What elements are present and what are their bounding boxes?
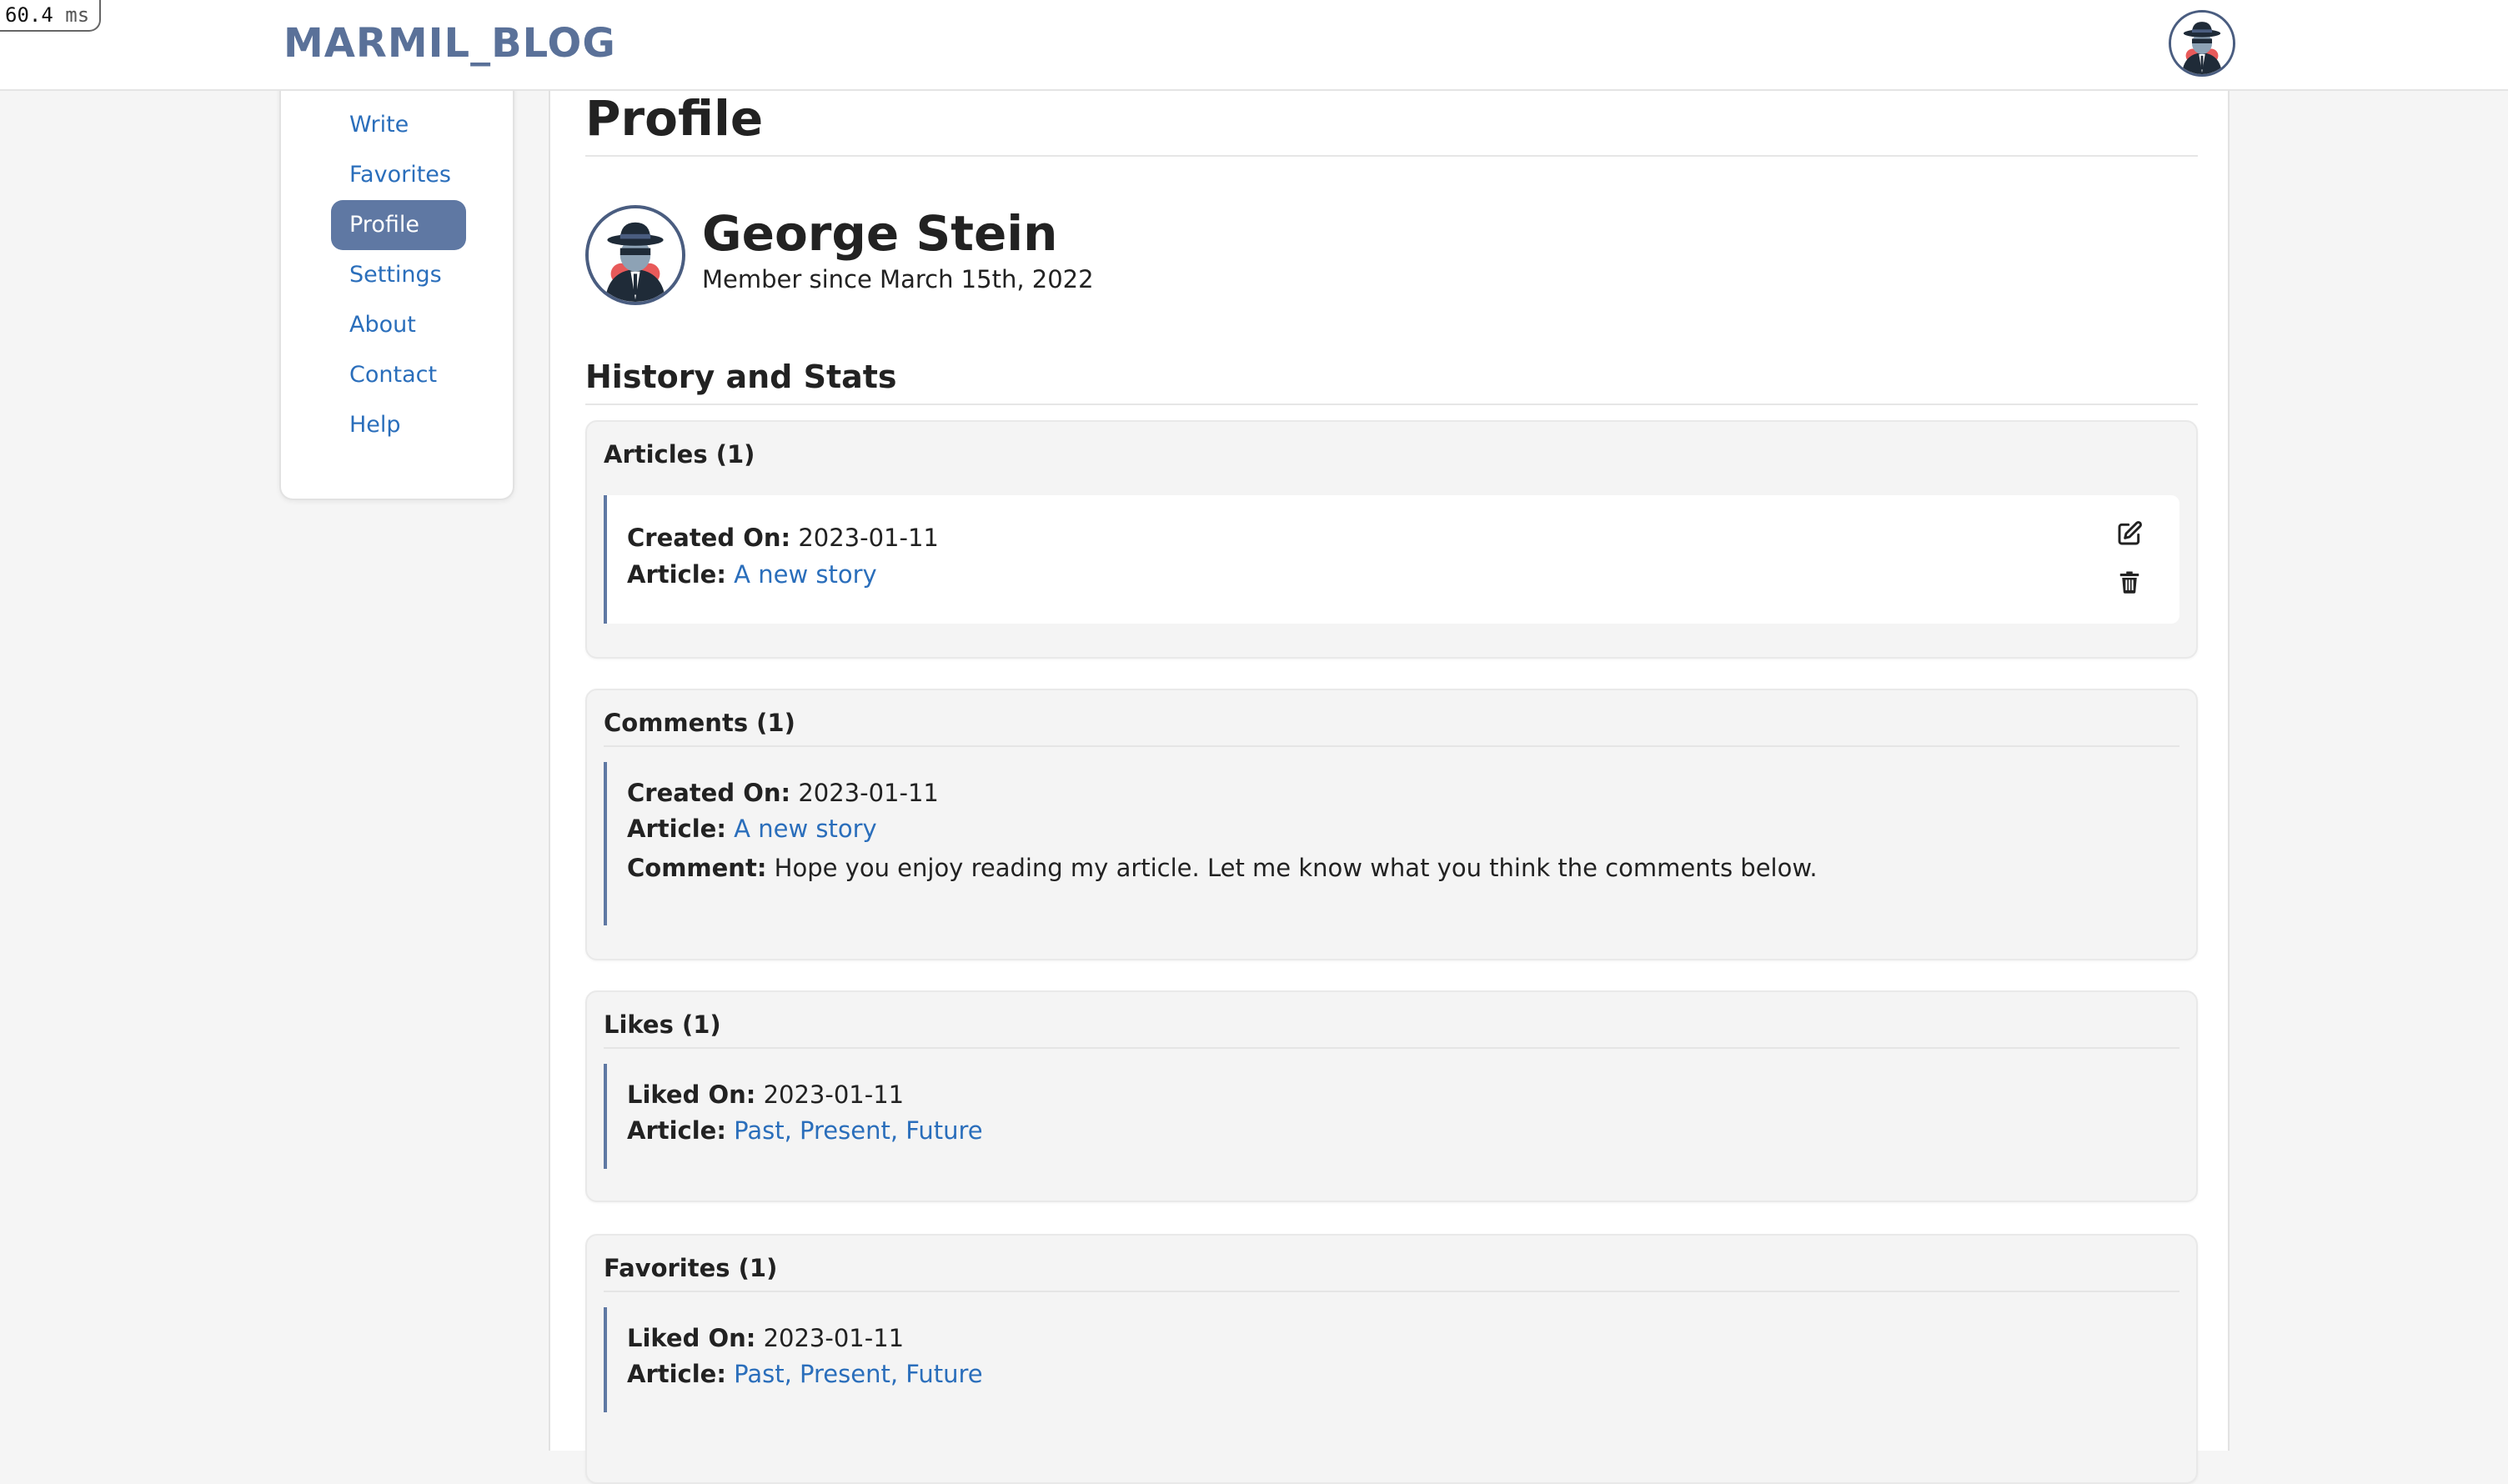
articles-title: Articles (1) (604, 440, 755, 469)
comment-text-line: Comment: Hope you enjoy reading my artic… (627, 854, 1818, 882)
comment-article-link[interactable]: A new story (734, 815, 877, 843)
section-divider (585, 404, 2198, 405)
favorite-article-line: Article: Past, Present, Future (627, 1360, 983, 1388)
sidebar-item-help[interactable]: Help (331, 400, 466, 450)
favorite-date-value: 2023-01-11 (763, 1324, 905, 1352)
brand-logo[interactable]: MARMIL_BLOG (283, 20, 616, 67)
timer-value: 60.4 (5, 3, 53, 27)
favorites-card: Favorites (1) Liked On: 2023-01-11 Artic… (585, 1234, 2198, 1484)
like-date-line: Liked On: 2023-01-11 (627, 1080, 904, 1109)
sidebar-item-write[interactable]: Write (331, 100, 466, 150)
likes-card: Likes (1) Liked On: 2023-01-11 Article: … (585, 990, 2198, 1202)
comment-created-line: Created On: 2023-01-11 (627, 779, 939, 807)
likes-divider (604, 1047, 2179, 1049)
comments-card: Comments (1) Created On: 2023-01-11 Arti… (585, 689, 2198, 960)
sidebar-item-favorites[interactable]: Favorites (331, 150, 466, 200)
favorite-entry: Liked On: 2023-01-11 Article: Past, Pres… (604, 1307, 2179, 1412)
profile-name: George Stein (702, 205, 1058, 262)
profile-avatar-icon (585, 205, 685, 305)
articles-card: Articles (1) Created On: 2023-01-11 Arti… (585, 420, 2198, 659)
favorite-date-line: Liked On: 2023-01-11 (627, 1324, 904, 1352)
title-divider (585, 155, 2198, 157)
user-avatar-icon[interactable] (2169, 10, 2235, 77)
sidebar-item-contact[interactable]: Contact (331, 350, 466, 400)
like-article-link[interactable]: Past, Present, Future (734, 1116, 982, 1145)
sidebar-item-settings[interactable]: Settings (331, 250, 466, 300)
sidebar-item-about[interactable]: About (331, 300, 466, 350)
comment-text: Hope you enjoy reading my article. Let m… (774, 854, 1818, 882)
like-date-value: 2023-01-11 (763, 1080, 905, 1109)
comment-article-label: Article: (627, 815, 726, 843)
article-link[interactable]: A new story (734, 560, 877, 589)
member-since: Member since March 15th, 2022 (702, 265, 1094, 293)
comments-title: Comments (1) (604, 709, 795, 737)
sidebar-nav: Write Favorites Profile Settings About C… (279, 83, 514, 500)
favorite-article-label: Article: (627, 1360, 726, 1388)
comment-created-value: 2023-01-11 (798, 779, 939, 807)
like-article-line: Article: Past, Present, Future (627, 1116, 983, 1145)
article-label: Article: (627, 560, 726, 589)
like-entry: Liked On: 2023-01-11 Article: Past, Pres… (604, 1064, 2179, 1169)
timer-unit: ms (65, 3, 90, 27)
likes-title: Likes (1) (604, 1010, 721, 1039)
render-timer: 60.4 ms (0, 0, 102, 32)
article-created-label: Created On: (627, 524, 791, 552)
page-title: Profile (585, 90, 764, 147)
like-article-label: Article: (627, 1116, 726, 1145)
article-created-value: 2023-01-11 (798, 524, 939, 552)
history-stats-heading: History and Stats (585, 358, 897, 395)
like-date-label: Liked On: (627, 1080, 756, 1109)
comment-label: Comment: (627, 854, 767, 882)
favorites-divider (604, 1291, 2179, 1292)
article-title-line: Article: A new story (627, 560, 877, 589)
trash-icon[interactable] (2114, 567, 2144, 597)
comment-article-line: Article: A new story (627, 815, 877, 843)
article-entry: Created On: 2023-01-11 Article: A new st… (604, 495, 2179, 624)
comments-divider (604, 745, 2179, 747)
sidebar-item-profile[interactable]: Profile (331, 200, 466, 250)
article-created-line: Created On: 2023-01-11 (627, 524, 939, 552)
edit-icon[interactable] (2114, 519, 2144, 549)
favorites-title: Favorites (1) (604, 1254, 778, 1282)
main-content: Profile George Stein Member since March … (549, 83, 2230, 1484)
favorite-date-label: Liked On: (627, 1324, 756, 1352)
comment-created-label: Created On: (627, 779, 791, 807)
comment-entry: Created On: 2023-01-11 Article: A new st… (604, 762, 2179, 925)
top-navbar: MARMIL_BLOG (0, 0, 2508, 91)
favorite-article-link[interactable]: Past, Present, Future (734, 1360, 982, 1388)
